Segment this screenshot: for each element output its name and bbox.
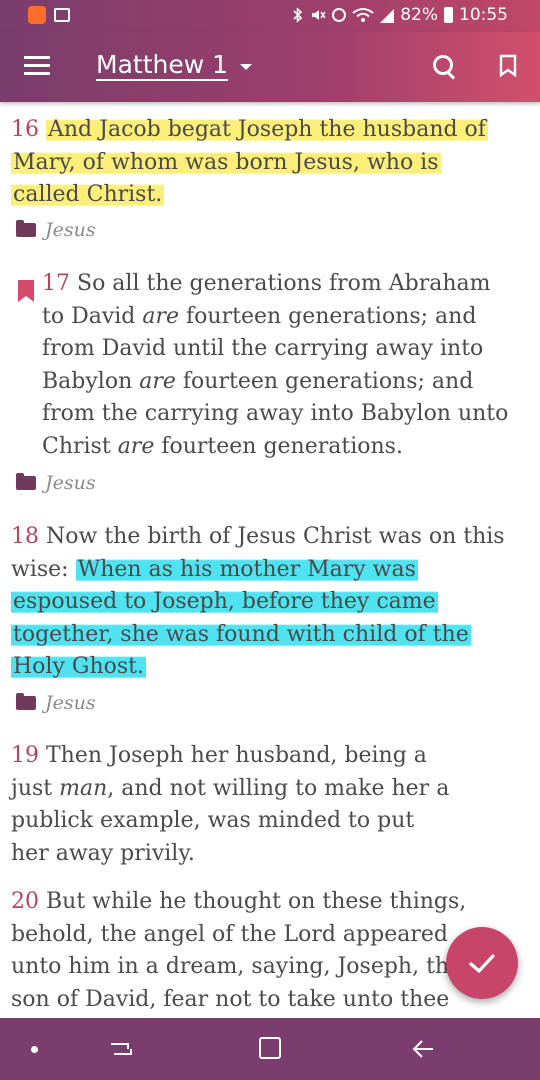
verse-number: 20 (11, 889, 39, 914)
recent-apps-icon[interactable] (108, 1036, 134, 1062)
home-icon[interactable] (259, 1037, 281, 1059)
battery-icon (444, 7, 453, 23)
highlighted-text: And Jacob begat Joseph the husband of Ma… (11, 117, 488, 208)
chapter-selector[interactable]: Matthew 1 (96, 50, 228, 79)
folder-icon (16, 220, 36, 237)
verse-18[interactable]: 18 Now the birth of Jesus Christ was on … (11, 521, 511, 684)
chevron-down-icon[interactable] (240, 64, 252, 70)
verse-16[interactable]: 16 And Jacob begat Joseph the husband of… (11, 114, 511, 212)
back-icon[interactable] (411, 1037, 435, 1061)
tag-jesus[interactable]: Jesus (16, 692, 96, 714)
mute-icon (312, 10, 326, 20)
signal-icon (380, 9, 395, 23)
verse-20[interactable]: 20 But while he thought on these things,… (11, 886, 481, 1018)
verse-italic: are (142, 303, 180, 329)
app-bar: Matthew 1 (0, 32, 540, 102)
bookmark-icon[interactable] (498, 54, 518, 78)
tag-jesus[interactable]: Jesus (16, 219, 96, 241)
highlighted-text: When as his mother Mary was espoused to … (11, 556, 471, 680)
verse-number: 16 (11, 117, 39, 142)
verse-italic: are (117, 433, 155, 459)
verse-italic: man (59, 775, 108, 801)
app-notification-icon (28, 6, 46, 24)
battery-percent: 82% (400, 5, 438, 25)
menu-icon[interactable] (24, 56, 50, 76)
tag-jesus[interactable]: Jesus (16, 472, 96, 494)
bookmark-icon[interactable] (16, 279, 36, 303)
alarm-icon (332, 8, 347, 22)
system-nav-bar (0, 1018, 540, 1080)
status-bar: 82% 10:55 (0, 0, 540, 32)
verse-number: 17 (42, 271, 70, 296)
verse-number: 18 (11, 524, 39, 549)
verse-number: 19 (11, 743, 39, 768)
verse-17[interactable]: 17 So all the generations from Abraham t… (42, 268, 512, 464)
wifi-icon (352, 8, 374, 22)
bluetooth-icon (293, 7, 303, 23)
nav-dot-icon[interactable] (31, 1046, 38, 1053)
verse-list: 16 And Jacob begat Joseph the husband of… (0, 104, 540, 1018)
done-button[interactable] (446, 927, 518, 999)
image-notification-icon (54, 8, 70, 22)
clock: 10:55 (459, 5, 508, 25)
tag-label: Jesus (45, 219, 96, 241)
verse-text: But while he thought on these things, be… (11, 889, 477, 1012)
folder-icon (16, 693, 36, 710)
check-icon (469, 954, 495, 973)
verse-19[interactable]: 19 Then Joseph her husband, being a just… (11, 740, 451, 870)
tag-label: Jesus (45, 472, 96, 494)
folder-icon (16, 473, 36, 490)
verse-text: fourteen generations. (154, 433, 403, 459)
search-icon[interactable] (432, 54, 458, 80)
verse-italic: are (139, 368, 176, 394)
tag-label: Jesus (45, 692, 96, 714)
